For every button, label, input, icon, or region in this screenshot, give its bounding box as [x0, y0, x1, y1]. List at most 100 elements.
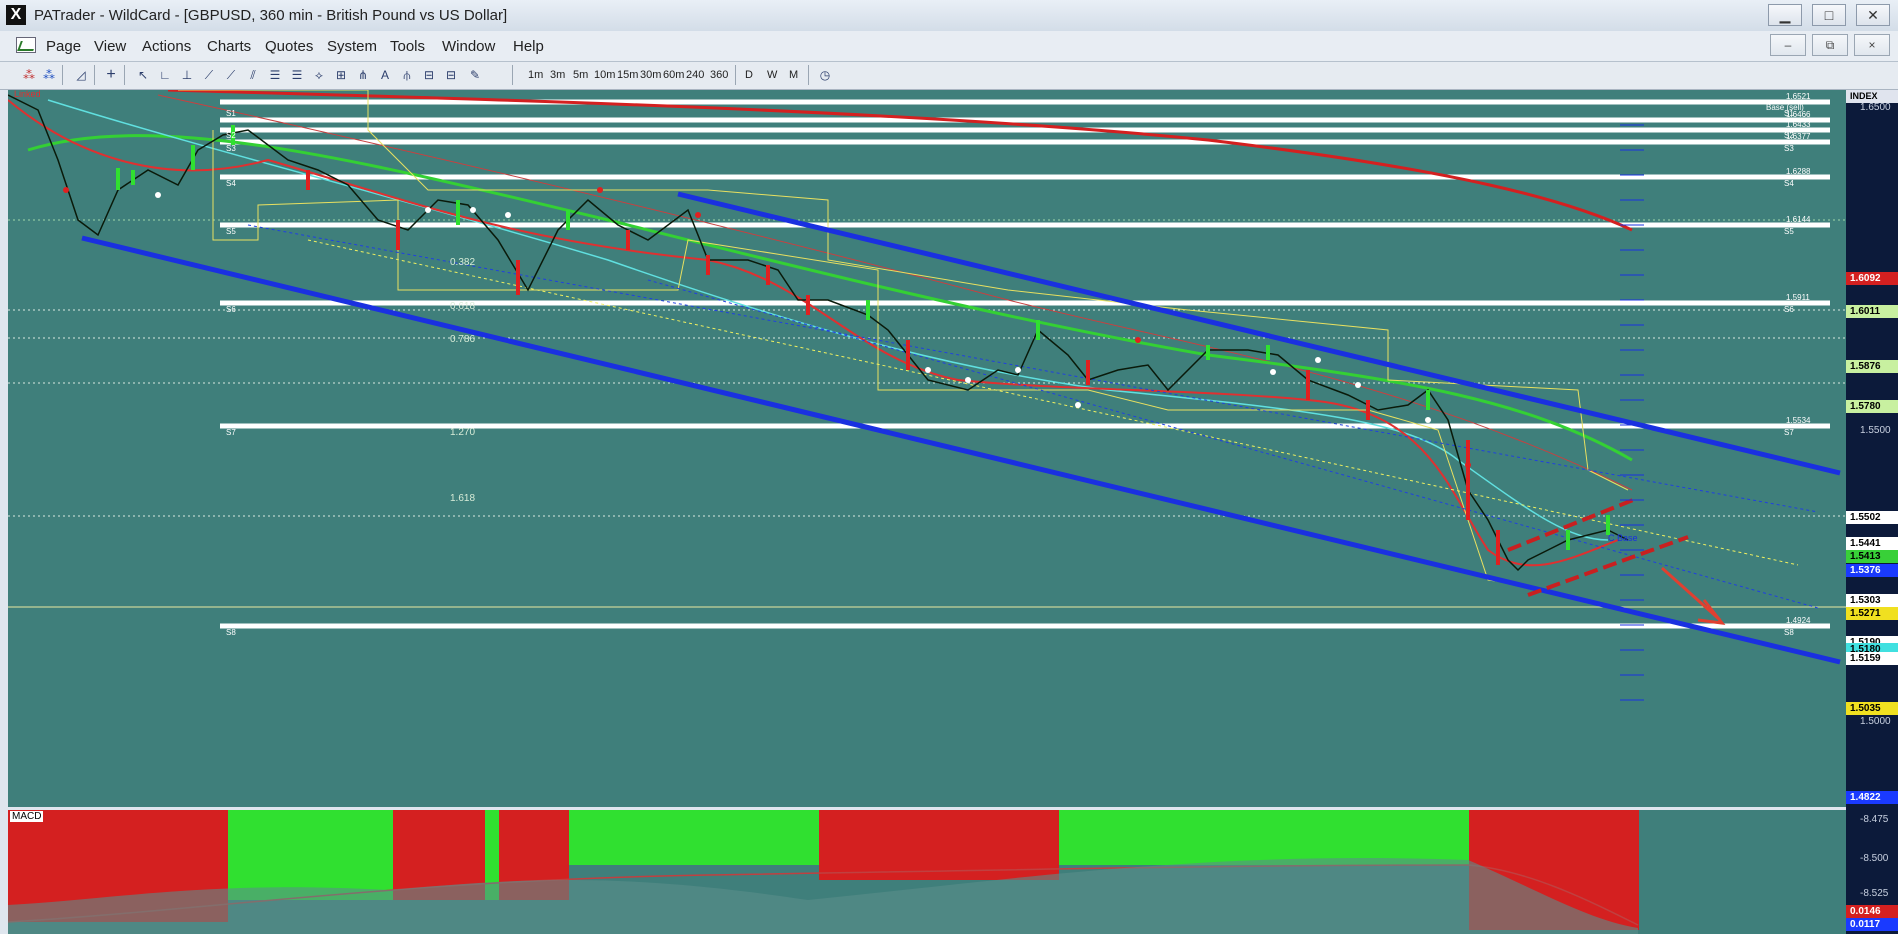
- c-base-label: C Base: [1608, 533, 1638, 543]
- tf-daily[interactable]: D: [745, 69, 753, 81]
- app-logo-icon: X: [6, 5, 26, 25]
- gann-tool-icon[interactable]: ⊞: [332, 66, 350, 84]
- fib-1618: 1.618: [450, 493, 475, 504]
- wedge-lower-line: [1527, 535, 1689, 597]
- tf-15m[interactable]: 15m: [617, 69, 638, 81]
- pointer-icon[interactable]: ↖: [134, 66, 152, 84]
- level-s1-price: 1.6466: [1786, 110, 1811, 119]
- price-tag-13: 1.5159: [1846, 652, 1898, 665]
- medium-ma-line: [27, 134, 1633, 462]
- fib-tool-icon[interactable]: ☰: [266, 66, 284, 84]
- fan-tool-icon[interactable]: ⟡: [310, 66, 328, 84]
- label-s5-right: S5: [1784, 227, 1794, 236]
- down-arrow: [1660, 566, 1722, 622]
- tf-monthly[interactable]: M: [789, 69, 798, 81]
- price-tag-9: 1.5303: [1846, 594, 1898, 607]
- mdi-restore-button[interactable]: ⧉: [1812, 34, 1848, 56]
- tf-360[interactable]: 360: [710, 69, 728, 81]
- linked-label: Linked: [14, 90, 41, 99]
- level-s7-price: 1.5534: [1786, 416, 1811, 425]
- fib-ext-tool-icon[interactable]: ☰: [288, 66, 306, 84]
- channel-tool-icon[interactable]: ⫽: [244, 66, 262, 84]
- tf-240[interactable]: 240: [686, 69, 704, 81]
- macd-label: MACD: [10, 811, 44, 822]
- price-tag-6: 1.5441: [1846, 537, 1898, 550]
- pencil-tool-icon[interactable]: ✎: [466, 66, 484, 84]
- axis-price-3: 1.5000: [1860, 716, 1891, 727]
- price-tag-8: 1.5376: [1846, 564, 1898, 577]
- price-tag-1: 1.6092: [1846, 272, 1898, 285]
- tf-1m[interactable]: 1m: [528, 69, 543, 81]
- label-s3-right: S3: [1784, 144, 1794, 153]
- label-s1: S1: [226, 109, 236, 118]
- price-tag-10: 1.5271: [1846, 607, 1898, 620]
- level-top-price: 1.6521: [1786, 92, 1811, 101]
- tf-3m[interactable]: 3m: [550, 69, 565, 81]
- close-button[interactable]: ✕: [1856, 4, 1890, 26]
- level-s5-price: 1.6144: [1786, 215, 1811, 224]
- menu-window[interactable]: Window: [442, 38, 495, 55]
- level-s4-price: 1.6288: [1786, 167, 1811, 176]
- erase-all-tool-icon[interactable]: ⊟: [442, 66, 460, 84]
- label-s3: S3: [226, 144, 236, 153]
- hline-tool-icon[interactable]: ⊥: [178, 66, 196, 84]
- price-tag-3: 1.5876: [1846, 360, 1898, 373]
- menu-bar: Page View Actions Charts Quotes System T…: [0, 31, 1898, 62]
- clock-icon[interactable]: ◷: [816, 66, 834, 84]
- macd-axis-2: -8.500: [1860, 853, 1889, 864]
- label-s8-right: S8: [1784, 628, 1794, 637]
- chart-window-icon[interactable]: [16, 37, 36, 53]
- menu-tools[interactable]: Tools: [390, 38, 425, 55]
- crosshair-red-icon[interactable]: ⁂: [20, 66, 38, 84]
- ray-tool-icon[interactable]: ⟋: [222, 66, 240, 84]
- text-tool-icon[interactable]: A: [376, 66, 394, 84]
- crosshair-blue-icon[interactable]: ⁂: [40, 66, 58, 84]
- tf-30m[interactable]: 30m: [640, 69, 661, 81]
- cycle-tool-icon[interactable]: ⋔: [354, 66, 372, 84]
- label-s6-right: S6: [1784, 305, 1794, 314]
- menu-view[interactable]: View: [94, 38, 126, 55]
- maximize-button[interactable]: □: [1812, 4, 1846, 26]
- menu-page[interactable]: Page: [46, 38, 81, 55]
- label-s8: S8: [226, 628, 236, 637]
- label-s7: S7: [226, 428, 236, 437]
- label-s4-right: S4: [1784, 179, 1794, 188]
- price-tag-14: 1.5035: [1846, 702, 1898, 715]
- macd-svg: [8, 810, 1639, 934]
- trend-tool-icon[interactable]: ⟋: [200, 66, 218, 84]
- macd-panel[interactable]: [8, 810, 1846, 934]
- pitchfork-tool-icon[interactable]: ⫛: [398, 66, 416, 84]
- price-tag-2: 1.6011: [1846, 305, 1898, 318]
- menu-help[interactable]: Help: [513, 38, 544, 55]
- macd-tag-1: 0.0146: [1846, 905, 1898, 918]
- chart-type-icon[interactable]: ◿: [72, 66, 90, 84]
- tf-60m[interactable]: 60m: [663, 69, 684, 81]
- price-chart-svg: S1 S2 S3 S4 S5 S6 S7 S8 S1 S2 S3 S4 S5 S…: [8, 90, 1846, 701]
- menu-system[interactable]: System: [327, 38, 377, 55]
- level-s8-price: 1.4924: [1786, 616, 1811, 625]
- menu-charts[interactable]: Charts: [207, 38, 251, 55]
- menu-actions[interactable]: Actions: [142, 38, 191, 55]
- label-s2: S2: [226, 131, 236, 140]
- macd-axis-3: -8.525: [1860, 888, 1889, 899]
- mdi-minimize-button[interactable]: –: [1770, 34, 1806, 56]
- price-tag-15: 1.4822: [1846, 791, 1898, 804]
- label-s6: S6: [226, 305, 236, 314]
- label-s4: S4: [226, 179, 236, 188]
- cross-tool-icon[interactable]: +: [102, 66, 120, 84]
- level-s6-price: 1.5911: [1786, 293, 1810, 302]
- line-tool-icon[interactable]: ∟: [156, 66, 174, 84]
- price-chart[interactable]: S1 S2 S3 S4 S5 S6 S7 S8 S1 S2 S3 S4 S5 S…: [8, 90, 1846, 807]
- mdi-close-button[interactable]: ×: [1854, 34, 1890, 56]
- long-ma-line: [167, 90, 1633, 232]
- label-s5: S5: [226, 227, 236, 236]
- minimize-button[interactable]: ▁: [1768, 4, 1802, 26]
- tf-weekly[interactable]: W: [767, 69, 777, 81]
- tf-10m[interactable]: 10m: [594, 69, 615, 81]
- level-s2-price: 1.6433: [1786, 120, 1811, 129]
- fib-0618: 0.618: [450, 301, 475, 312]
- menu-quotes[interactable]: Quotes: [265, 38, 313, 55]
- erase-tool-icon[interactable]: ⊟: [420, 66, 438, 84]
- drawing-toolbar: ⁂ ⁂ ◿ + ↖ ∟ ⊥ ⟋ ⟋ ⫽ ☰ ☰ ⟡ ⊞ ⋔ A ⫛ ⊟ ⊟ ✎ …: [0, 62, 1898, 90]
- tf-5m[interactable]: 5m: [573, 69, 588, 81]
